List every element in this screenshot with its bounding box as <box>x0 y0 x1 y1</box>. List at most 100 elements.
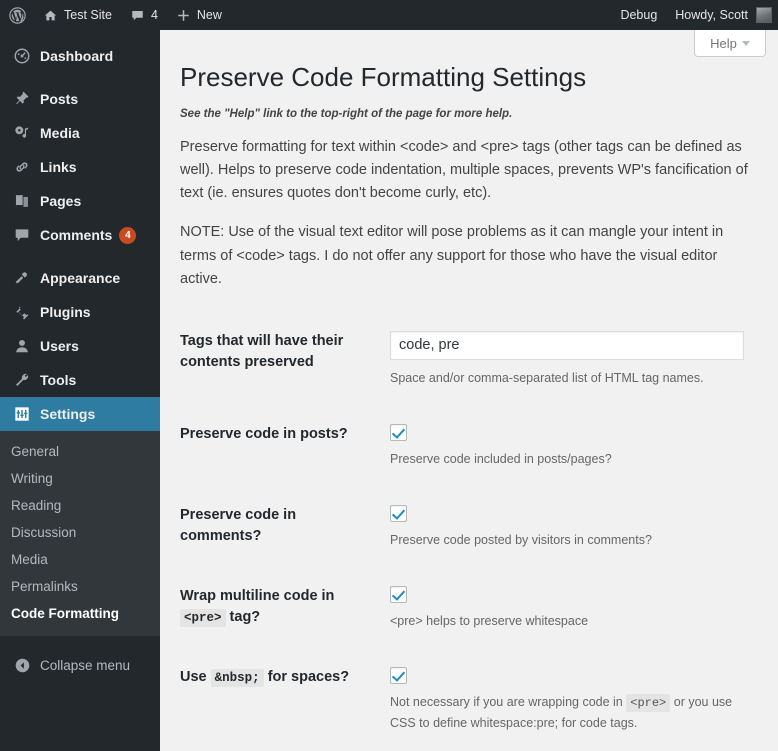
form-field-wrap-pre: <pre> helps to preserve whitespace <box>390 568 754 649</box>
sidebar-item-posts[interactable]: Posts <box>0 82 160 116</box>
sidebar-item-media[interactable]: Media <box>0 116 160 150</box>
home-icon <box>43 8 58 23</box>
menu-spacer-1 <box>0 73 160 82</box>
form-label-text: Use <box>180 668 207 685</box>
form-label-preserve-posts: Preserve code in posts? <box>180 406 390 487</box>
desc-text-prefix: Not necessary if you are wrapping code i… <box>390 694 623 709</box>
new-content-button[interactable]: New <box>167 0 231 30</box>
submenu-item-media[interactable]: Media <box>0 546 160 573</box>
settings-form-table: Tags that will have their contents prese… <box>180 319 754 751</box>
menu-spacer-top <box>0 30 160 39</box>
plugin-icon <box>12 302 32 322</box>
chevron-down-icon <box>741 40 750 46</box>
form-row-preserve-posts: Preserve code in posts? Preserve code in… <box>180 406 754 487</box>
form-field-nbsp: Not necessary if you are wrapping code i… <box>390 649 754 751</box>
avatar <box>756 7 772 23</box>
form-field-tags: Space and/or comma-separated list of HTM… <box>390 319 754 406</box>
form-label-code: <pre> <box>180 608 226 627</box>
chevron-left-circle-icon <box>12 655 32 675</box>
nbsp-checkbox[interactable] <box>390 666 407 684</box>
main-content: Help Preserve Code Formatting Settings S… <box>160 30 778 751</box>
account-menu-button[interactable]: Howdy, Scott <box>666 0 778 30</box>
tags-input[interactable] <box>390 330 744 360</box>
sidebar-item-appearance[interactable]: Appearance <box>0 261 160 295</box>
tools-wrench-icon <box>12 370 32 390</box>
form-label-code: &nbsp; <box>210 668 264 687</box>
sidebar-item-plugins[interactable]: Plugins <box>0 295 160 329</box>
sidebar-item-label: Pages <box>40 193 82 209</box>
sidebar-item-label: Media <box>40 125 80 141</box>
collapse-menu-button[interactable]: Collapse menu <box>0 648 160 682</box>
form-label-nbsp: Use &nbsp; for spaces? <box>180 649 390 751</box>
admin-bar: Test Site 4 New Debug Howdy, Scott <box>0 0 778 30</box>
checkbox-wrap <box>390 666 744 684</box>
form-label-text: Tags that will have their contents prese… <box>180 332 344 370</box>
sidebar-item-comments[interactable]: Comments 4 <box>0 218 160 252</box>
help-hint-text: See the "Help" link to the top-right of … <box>180 107 513 120</box>
link-icon <box>12 157 32 177</box>
form-row-nbsp: Use &nbsp; for spaces? Not necessary if … <box>180 649 754 751</box>
sidebar-item-label: Settings <box>40 406 96 422</box>
form-label-text: Preserve code in comments? <box>180 506 297 544</box>
admin-bar-right: Debug Howdy, Scott <box>611 0 778 30</box>
form-row-preserve-comments: Preserve code in comments? Preserve code… <box>180 487 754 568</box>
help-tab-label: Help <box>710 35 737 51</box>
form-field-preserve-comments: Preserve code posted by visitors in comm… <box>390 487 754 568</box>
admin-sidebar-menu: Dashboard Posts Media Links Pages Commen… <box>0 30 168 751</box>
form-row-wrap-pre: Wrap multiline code in <pre> tag? <pre> … <box>180 568 754 649</box>
dashboard-icon <box>12 46 32 66</box>
checkbox-wrap <box>390 504 744 522</box>
wordpress-logo-button[interactable] <box>0 0 34 30</box>
media-icon <box>12 123 32 143</box>
desc-code: <pre> <box>626 693 671 712</box>
site-name-button[interactable]: Test Site <box>34 0 121 30</box>
sidebar-item-label: Comments <box>40 227 113 243</box>
form-label-text-suffix: for spaces? <box>267 668 350 685</box>
menu-spacer-2 <box>0 252 160 261</box>
checkbox-wrap <box>390 423 744 441</box>
form-row-tags: Tags that will have their contents prese… <box>180 319 754 406</box>
appearance-brush-icon <box>12 268 32 288</box>
tags-input-description: Space and/or comma-separated list of HTM… <box>390 370 704 385</box>
sidebar-item-label: Users <box>40 338 79 354</box>
howdy-label: Howdy, Scott <box>675 8 748 22</box>
sidebar-item-users[interactable]: Users <box>0 329 160 363</box>
sidebar-item-links[interactable]: Links <box>0 150 160 184</box>
collapse-menu-label: Collapse menu <box>40 657 131 673</box>
preserve-posts-checkbox[interactable] <box>390 423 407 441</box>
debug-button[interactable]: Debug <box>611 0 666 30</box>
wrap-pre-checkbox[interactable] <box>390 585 407 603</box>
sidebar-item-label: Posts <box>40 91 79 107</box>
submenu-item-permalinks[interactable]: Permalinks <box>0 573 160 600</box>
sidebar-item-label: Appearance <box>40 270 121 286</box>
content-inner: Preserve Code Formatting Settings See th… <box>160 30 778 751</box>
pages-icon <box>12 191 32 211</box>
form-label-text-suffix: tag? <box>229 608 261 625</box>
page-title: Preserve Code Formatting Settings <box>180 62 587 92</box>
submenu-item-general[interactable]: General <box>0 438 160 465</box>
comments-badge: 4 <box>119 226 137 244</box>
sidebar-item-dashboard[interactable]: Dashboard <box>0 39 160 73</box>
sidebar-item-pages[interactable]: Pages <box>0 184 160 218</box>
new-content-label: New <box>196 8 222 22</box>
preserve-posts-description: Preserve code included in posts/pages? <box>390 451 612 466</box>
preserve-comments-checkbox[interactable] <box>390 504 407 522</box>
checkbox-wrap <box>390 585 744 603</box>
site-name-label: Test Site <box>64 8 112 22</box>
form-field-preserve-posts: Preserve code included in posts/pages? <box>390 406 754 487</box>
settings-submenu: General Writing Reading Discussion Media… <box>0 431 160 636</box>
help-tab-button[interactable]: Help <box>694 30 766 57</box>
submenu-item-writing[interactable]: Writing <box>0 465 160 492</box>
form-label-wrap-pre: Wrap multiline code in <pre> tag? <box>180 568 390 649</box>
comments-button[interactable]: 4 <box>121 0 167 30</box>
form-label-tags: Tags that will have their contents prese… <box>180 319 390 406</box>
submenu-item-reading[interactable]: Reading <box>0 492 160 519</box>
nbsp-description: Not necessary if you are wrapping code i… <box>390 692 744 733</box>
comments-count: 4 <box>150 8 158 22</box>
sidebar-item-settings[interactable]: Settings <box>0 397 168 431</box>
wrap-pre-description: <pre> helps to preserve whitespace <box>390 613 589 628</box>
submenu-item-discussion[interactable]: Discussion <box>0 519 160 546</box>
comment-bubble-icon <box>130 8 145 23</box>
sidebar-item-tools[interactable]: Tools <box>0 363 160 397</box>
submenu-item-code-formatting[interactable]: Code Formatting <box>0 600 160 627</box>
